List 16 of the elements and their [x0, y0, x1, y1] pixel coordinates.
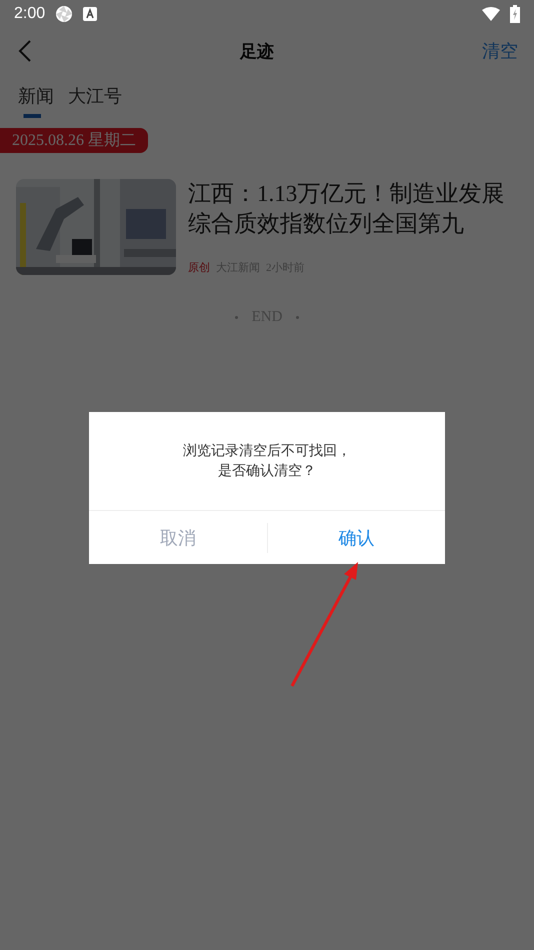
aperture-icon [55, 5, 74, 23]
tab[interactable]: 新闻 [18, 84, 54, 118]
article-title[interactable]: 江西：1.13万亿元！制造业发展综合质效指数位列全国第九 [188, 179, 518, 239]
back-icon[interactable] [18, 40, 32, 62]
tab[interactable]: 大江号 [68, 84, 122, 118]
clear-link[interactable]: 清空 [482, 39, 518, 63]
status-time: 2:00 [14, 5, 46, 23]
wifi-icon [482, 7, 500, 21]
battery-icon [510, 5, 520, 23]
original-label: 原创 [188, 261, 210, 275]
date-tag: 2025.08.26 星期二 [0, 128, 148, 153]
page-title: 足迹 [240, 40, 274, 62]
dot-icon [296, 316, 300, 319]
dialog-message: 浏览记录清空后不可找回， 是否确认清空？ [182, 442, 352, 481]
dot-icon [234, 316, 238, 319]
font-icon [83, 7, 98, 21]
